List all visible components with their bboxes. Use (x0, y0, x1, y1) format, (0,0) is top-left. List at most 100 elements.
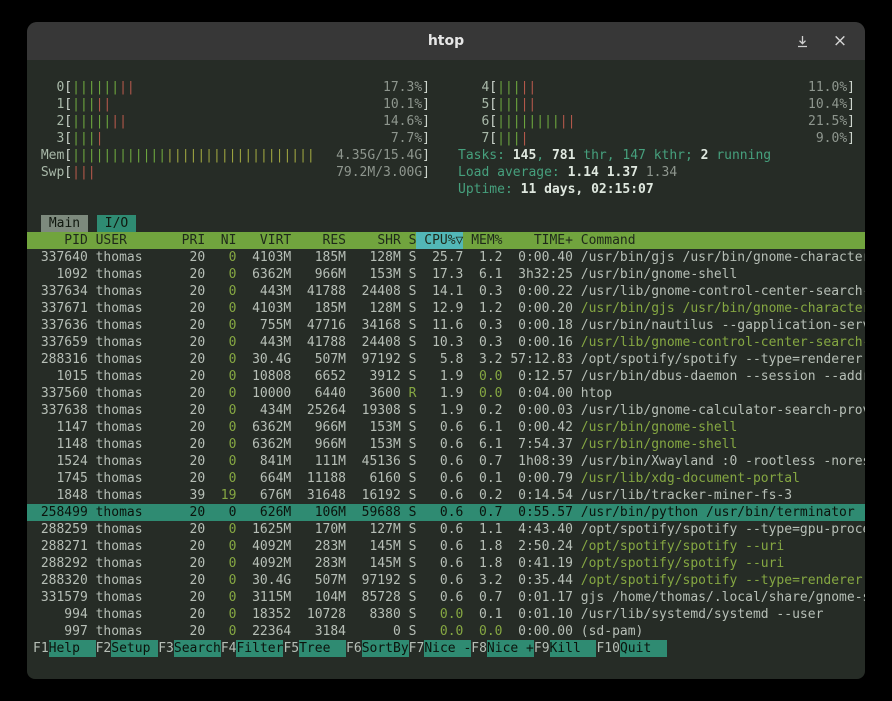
cell-mem: 6.1 (463, 436, 502, 453)
fkey-help[interactable]: F1Help (33, 640, 96, 657)
cell-cmd: /usr/bin/dbus-daemon --session --addr (573, 368, 865, 385)
fkey-tree[interactable]: F5Tree (283, 640, 346, 657)
meter-bar-segment: ||| (497, 96, 520, 113)
meter-bracket-close: ] (847, 113, 855, 130)
fkey-quit[interactable]: F10Quit (596, 640, 666, 657)
column-header-pid[interactable]: PID (33, 232, 88, 249)
cell-res: 170M (291, 521, 346, 538)
process-row-1148[interactable]: 1148thomas2006362M966M153MS0.66.17:54.37… (27, 436, 865, 453)
meter-column-left: 0[||||||||17.3%]1[|||||10.1%]2[|||||||14… (33, 79, 430, 198)
cell-shr: 128M (346, 300, 401, 317)
process-row-337636[interactable]: 337636thomas200755M4771634168S11.60.30:0… (27, 317, 865, 334)
cell-virt: 626M (236, 504, 291, 521)
cell-cmd: /usr/bin/gjs /usr/bin/gnome-character (573, 249, 865, 266)
cell-virt: 841M (236, 453, 291, 470)
column-header-ni[interactable]: NI (205, 232, 236, 249)
cell-res: 3184 (291, 623, 346, 640)
cell-res: 6652 (291, 368, 346, 385)
column-header-pri[interactable]: PRI (174, 232, 205, 249)
process-row-288271[interactable]: 288271thomas2004092M283M145MS0.61.82:50.… (27, 538, 865, 555)
cell-cmd: /usr/bin/gjs /usr/bin/gnome-character (573, 300, 865, 317)
process-row-337671[interactable]: 337671thomas2004103M185M128MS12.91.20:00… (27, 300, 865, 317)
fkey-sortby[interactable]: F6SortBy (346, 640, 409, 657)
process-row-1015[interactable]: 1015thomas2001080866523912S1.90.00:12.57… (27, 368, 865, 385)
column-header-cpu[interactable]: CPU%▽ (416, 232, 463, 249)
column-header-virt[interactable]: VIRT (236, 232, 291, 249)
cell-shr: 128M (346, 249, 401, 266)
cell-pid: 1092 (33, 266, 88, 283)
process-row-337638[interactable]: 337638thomas200434M2526419308S1.90.20:00… (27, 402, 865, 419)
process-row-337560[interactable]: 337560thomas2001000064403600R1.90.00:04.… (27, 385, 865, 402)
meter-bar-segment: || (521, 96, 537, 113)
process-row-994[interactable]: 994thomas20018352107288380S0.00.10:01.10… (27, 606, 865, 623)
process-row-337634[interactable]: 337634thomas200443M4178824408S14.10.30:0… (27, 283, 865, 300)
meter-bracket-open: [ (489, 79, 497, 96)
cell-mem: 0.3 (463, 334, 502, 351)
process-row-997[interactable]: 997thomas2002236431840S0.00.00:00.00(sd-… (27, 623, 865, 640)
fkey-setup[interactable]: F2Setup (96, 640, 159, 657)
meter-bar-segment: |||||||| (497, 113, 560, 130)
fkey-label: Tree (299, 640, 346, 657)
cell-cmd: /usr/lib/systemd/systemd --user (573, 606, 865, 623)
process-row-288259[interactable]: 288259thomas2001625M170M127MS0.61.14:43.… (27, 521, 865, 538)
column-header-shr[interactable]: SHR (346, 232, 401, 249)
cell-pid: 337659 (33, 334, 88, 351)
cell-time: 3h32:25 (503, 266, 573, 283)
cell-pri: 20 (174, 572, 205, 589)
fkey-key: F6 (346, 640, 362, 657)
column-header-user[interactable]: USER (88, 232, 174, 249)
cell-shr: 24408 (346, 283, 401, 300)
tab-main[interactable]: Main (41, 215, 88, 232)
column-header-res[interactable]: RES (291, 232, 346, 249)
process-row-288292[interactable]: 288292thomas2004092M283M145MS0.61.80:41.… (27, 555, 865, 572)
process-row-331579[interactable]: 331579thomas2003115M104M85728S0.60.70:01… (27, 589, 865, 606)
meter-bar-segment: || (560, 113, 576, 130)
cell-mem: 1.2 (463, 300, 502, 317)
meter-bracket-close: ] (847, 96, 855, 113)
cell-time: 2:50.24 (503, 538, 573, 555)
title-bar[interactable]: htop × (27, 22, 865, 60)
cell-cpu: 17.3 (416, 266, 463, 283)
cell-user: thomas (88, 453, 174, 470)
process-row-258499[interactable]: 258499thomas200626M106M59688S0.60.70:55.… (27, 504, 865, 521)
column-header-mem[interactable]: MEM% (463, 232, 502, 249)
cell-mem: 0.3 (463, 317, 502, 334)
tab-i-o[interactable]: I/O (97, 215, 136, 232)
meter-bracket-open: [ (64, 113, 72, 130)
meter-label: 6 (458, 113, 489, 130)
cell-mem: 1.8 (463, 538, 502, 555)
process-row-288316[interactable]: 288316thomas20030.4G507M97192S5.83.257:1… (27, 351, 865, 368)
cell-shr: 85728 (346, 589, 401, 606)
cell-user: thomas (88, 317, 174, 334)
cell-pri: 20 (174, 538, 205, 555)
cell-cpu: 0.6 (416, 572, 463, 589)
cell-res: 185M (291, 300, 346, 317)
process-row-337659[interactable]: 337659thomas200443M4178824408S10.30.30:0… (27, 334, 865, 351)
column-header-cmd[interactable]: Command (573, 232, 865, 249)
fkey-filter[interactable]: F4Filter (221, 640, 284, 657)
cell-s: S (401, 300, 417, 317)
process-row-1848[interactable]: 1848thomas3919676M3164816192S0.60.20:14.… (27, 487, 865, 504)
column-header-s[interactable]: S (401, 232, 417, 249)
fkey-nice-[interactable]: F8Nice + (471, 640, 534, 657)
close-button[interactable]: × (831, 32, 849, 50)
fkey-search[interactable]: F3Search (158, 640, 221, 657)
cell-virt: 664M (236, 470, 291, 487)
process-row-1745[interactable]: 1745thomas200664M111886160S0.60.10:00.79… (27, 470, 865, 487)
process-row-337640[interactable]: 337640thomas2004103M185M128MS25.71.20:00… (27, 249, 865, 266)
meter-bar: ||||7.7% (72, 130, 422, 147)
cell-s: S (401, 538, 417, 555)
fkey-nice-[interactable]: F7Nice - (409, 640, 472, 657)
column-header-time[interactable]: TIME+ (503, 232, 573, 249)
fkey-kill[interactable]: F9Kill (534, 640, 597, 657)
cell-ni: 0 (205, 317, 236, 334)
process-row-1092[interactable]: 1092thomas2006362M966M153MS17.36.13h32:2… (27, 266, 865, 283)
meter-bar-segment: ||||||||||||||||||| (166, 147, 315, 164)
process-row-1147[interactable]: 1147thomas2006362M966M153MS0.66.10:00.42… (27, 419, 865, 436)
process-row-1524[interactable]: 1524thomas200841M111M45136S0.60.71h08:39… (27, 453, 865, 470)
cell-user: thomas (88, 470, 174, 487)
cell-res: 10728 (291, 606, 346, 623)
download-button[interactable] (793, 32, 811, 50)
process-row-288320[interactable]: 288320thomas20030.4G507M97192S0.63.20:35… (27, 572, 865, 589)
cell-virt: 30.4G (236, 351, 291, 368)
